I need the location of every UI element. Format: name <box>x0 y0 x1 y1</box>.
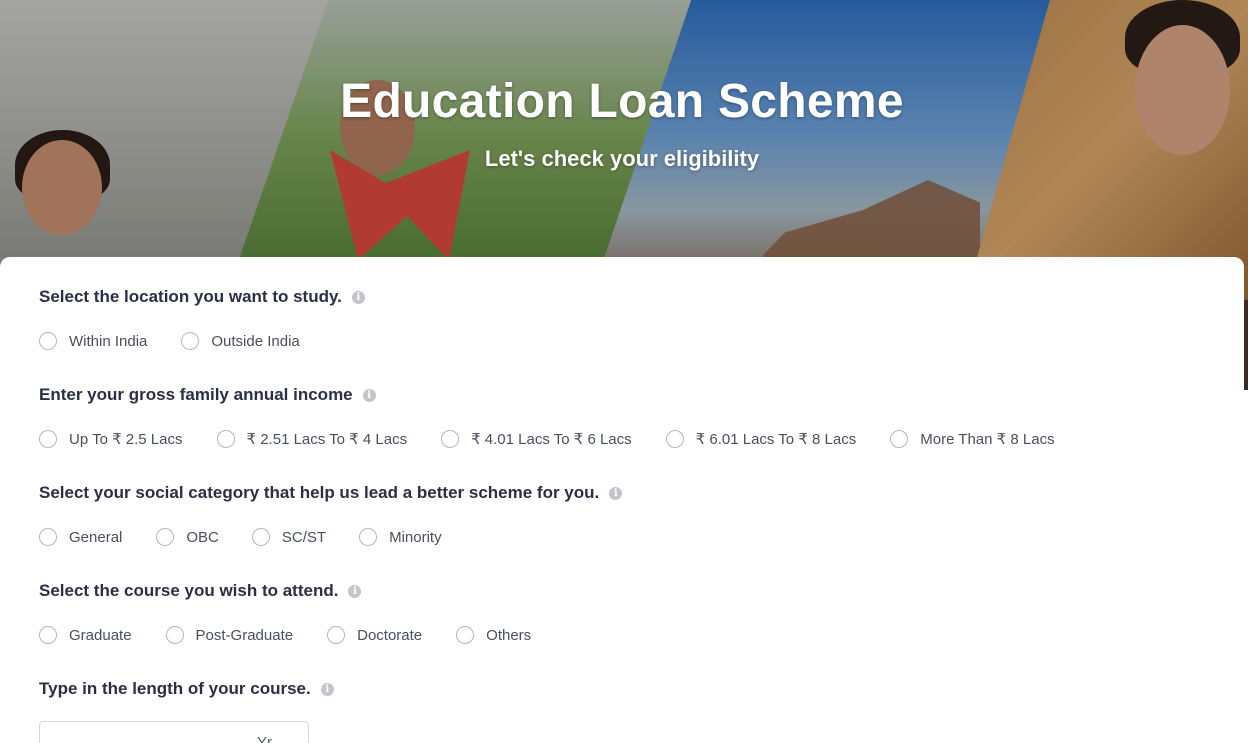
category-option-obc[interactable]: OBC <box>156 528 219 546</box>
radio-unchecked-icon[interactable] <box>665 430 684 448</box>
course-length-unit: Yr <box>257 734 272 743</box>
info-icon[interactable]: i <box>320 682 334 696</box>
income-option-more-than-8[interactable]: More Than ₹ 8 Lacs <box>890 430 1055 448</box>
course-length-question-label: Type in the length of your course. <box>39 679 311 698</box>
category-options: General OBC SC/ST Minority <box>39 528 442 546</box>
option-label: SC/ST <box>281 528 327 546</box>
category-option-general[interactable]: General <box>39 528 122 546</box>
radio-unchecked-icon[interactable] <box>456 626 475 644</box>
course-options: Graduate Post-Graduate Doctorate Others <box>39 626 531 644</box>
course-option-others[interactable]: Others <box>456 626 531 644</box>
page-title: Education Loan Scheme <box>340 75 904 128</box>
info-icon[interactable]: i <box>609 486 623 500</box>
radio-unchecked-icon[interactable] <box>39 430 57 448</box>
option-label: Others <box>486 626 532 644</box>
radio-unchecked-icon[interactable] <box>156 528 175 546</box>
radio-unchecked-icon[interactable] <box>327 626 346 644</box>
eligibility-form: Select the location you want to study. i… <box>0 257 1244 743</box>
option-label: Graduate <box>69 626 132 644</box>
radio-unchecked-icon[interactable] <box>39 626 57 644</box>
location-question: Select the location you want to study. i <box>39 287 365 307</box>
category-question: Select your social category that help us… <box>39 483 623 503</box>
location-option-outside-india[interactable]: Outside India <box>181 332 300 350</box>
course-length-question: Type in the length of your course. i <box>39 679 334 699</box>
radio-unchecked-icon[interactable] <box>216 430 235 448</box>
option-label: Within India <box>69 332 148 350</box>
radio-unchecked-icon[interactable] <box>181 332 200 350</box>
background-edge <box>1244 300 1248 390</box>
option-label: Doctorate <box>357 626 423 644</box>
course-question-label: Select the course you wish to attend. <box>39 581 339 600</box>
option-label: Outside India <box>211 332 300 350</box>
hero-banner: Education Loan Scheme Let's check your e… <box>0 0 1248 300</box>
course-option-doctorate[interactable]: Doctorate <box>327 626 422 644</box>
option-label: ₹ 4.01 Lacs To ₹ 6 Lacs <box>471 431 632 448</box>
option-label: OBC <box>186 528 219 546</box>
course-option-graduate[interactable]: Graduate <box>39 626 132 644</box>
option-label: Post-Graduate <box>195 626 294 644</box>
radio-unchecked-icon[interactable] <box>441 430 460 448</box>
info-icon[interactable]: i <box>362 388 376 402</box>
course-option-post-graduate[interactable]: Post-Graduate <box>165 626 294 644</box>
course-length-input[interactable]: Yr <box>39 721 309 743</box>
radio-unchecked-icon[interactable] <box>251 528 270 546</box>
option-label: More Than ₹ 8 Lacs <box>920 431 1055 448</box>
radio-unchecked-icon[interactable] <box>359 528 378 546</box>
radio-unchecked-icon[interactable] <box>39 528 57 546</box>
income-option-6-01-to-8[interactable]: ₹ 6.01 Lacs To ₹ 8 Lacs <box>665 430 857 448</box>
info-icon[interactable]: i <box>348 584 362 598</box>
category-option-minority[interactable]: Minority <box>359 528 442 546</box>
income-option-upto-2-5[interactable]: Up To ₹ 2.5 Lacs <box>39 430 183 448</box>
radio-unchecked-icon[interactable] <box>39 332 57 350</box>
info-icon[interactable]: i <box>351 290 365 304</box>
category-question-label: Select your social category that help us… <box>39 483 600 502</box>
page-subtitle: Let's check your eligibility <box>484 146 760 171</box>
income-option-2-51-to-4[interactable]: ₹ 2.51 Lacs To ₹ 4 Lacs <box>216 430 408 448</box>
location-option-within-india[interactable]: Within India <box>39 332 147 350</box>
income-question: Enter your gross family annual income i <box>39 385 376 405</box>
course-question: Select the course you wish to attend. i <box>39 581 362 601</box>
location-options: Within India Outside India <box>39 332 300 350</box>
income-options: Up To ₹ 2.5 Lacs ₹ 2.51 Lacs To ₹ 4 Lacs… <box>39 430 1089 448</box>
radio-unchecked-icon[interactable] <box>165 626 184 644</box>
category-option-sc-st[interactable]: SC/ST <box>251 528 327 546</box>
income-option-4-01-to-6[interactable]: ₹ 4.01 Lacs To ₹ 6 Lacs <box>441 430 632 448</box>
location-question-label: Select the location you want to study. <box>39 287 342 306</box>
option-label: ₹ 2.51 Lacs To ₹ 4 Lacs <box>246 431 408 448</box>
radio-unchecked-icon[interactable] <box>890 430 909 448</box>
option-label: Minority <box>389 528 442 546</box>
option-label: Up To ₹ 2.5 Lacs <box>69 431 183 448</box>
option-label: ₹ 6.01 Lacs To ₹ 8 Lacs <box>695 431 857 448</box>
income-question-label: Enter your gross family annual income <box>39 385 353 404</box>
option-label: General <box>69 528 123 546</box>
